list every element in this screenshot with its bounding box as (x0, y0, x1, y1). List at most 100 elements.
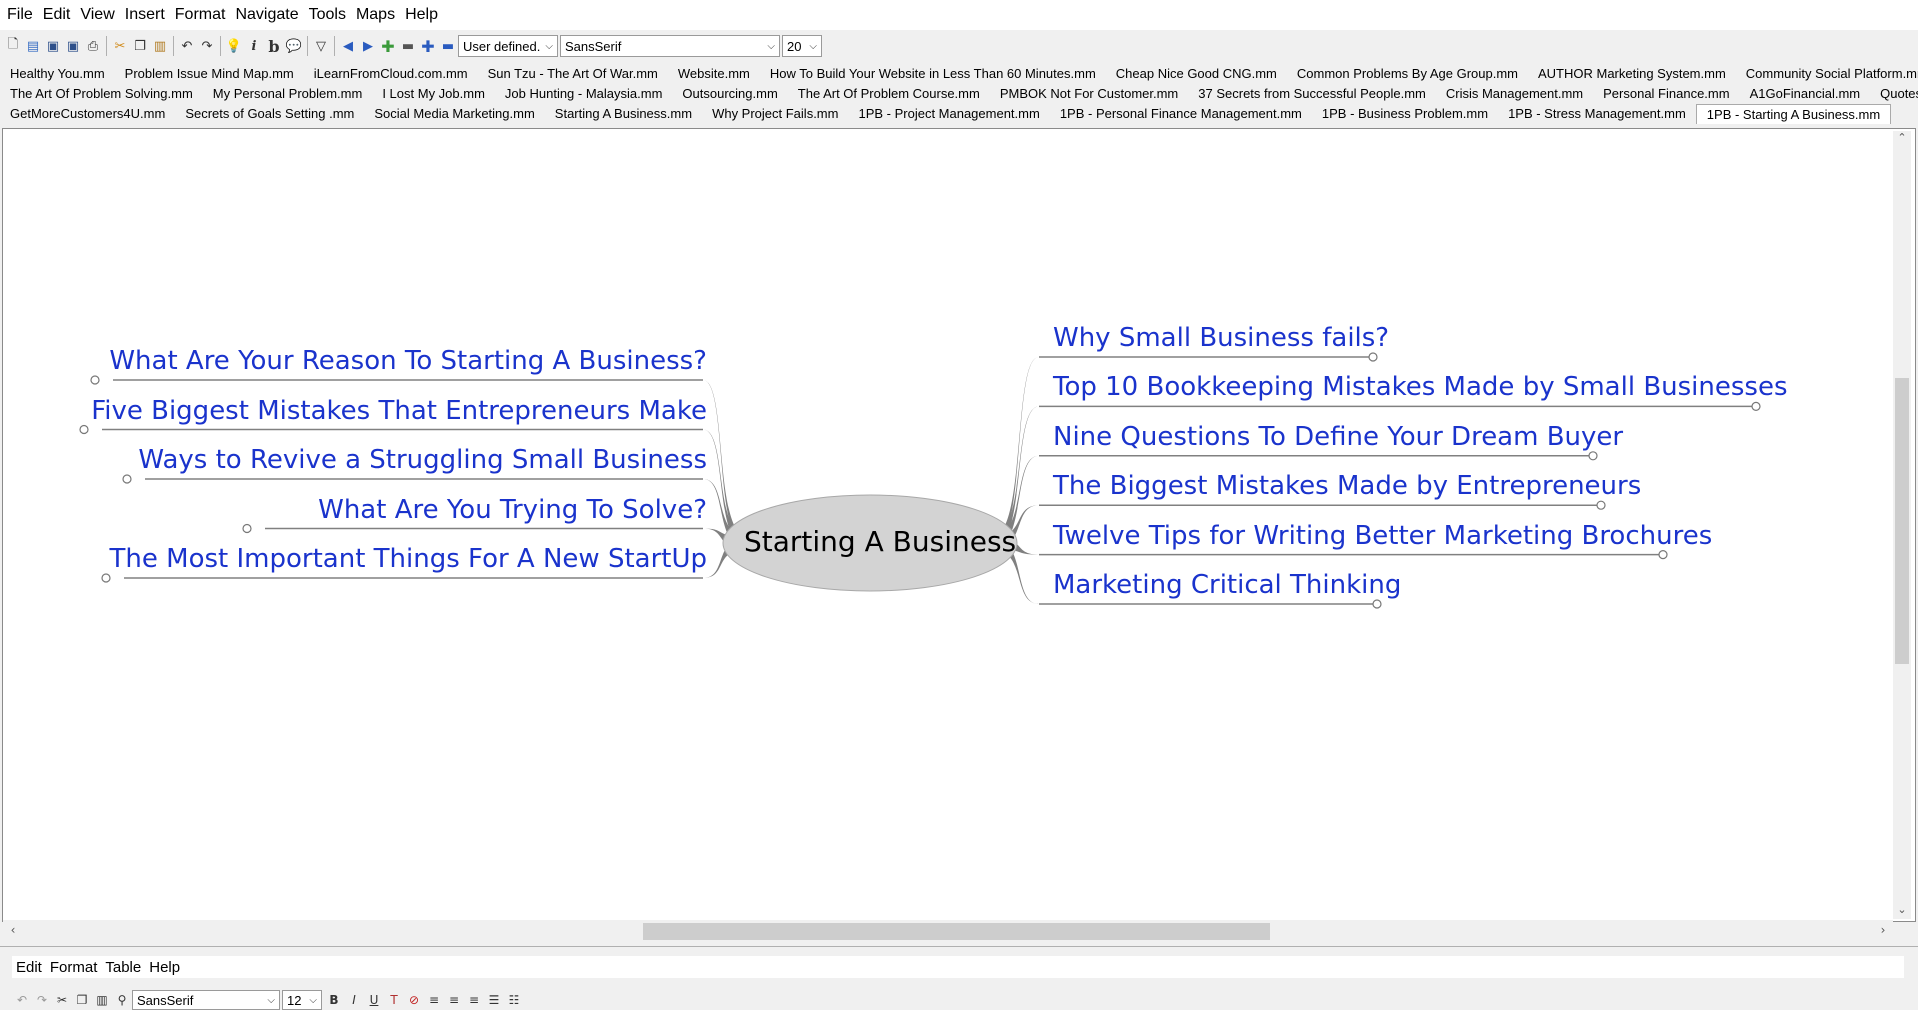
italic-icon[interactable]: I (344, 989, 364, 1010)
save-as-icon[interactable]: ▣ (63, 35, 83, 57)
tab-getmorecustomers4u-mm[interactable]: GetMoreCustomers4U.mm (0, 104, 175, 124)
undo-icon[interactable]: ↶ (177, 35, 197, 57)
tab-ilearnfromcloud-com-mm[interactable]: iLearnFromCloud.com.mm (304, 64, 478, 84)
remove-icon[interactable]: ▬ (398, 35, 418, 57)
filter-icon[interactable]: ▽ (311, 35, 331, 57)
size-select[interactable]: 20 ⌵ (782, 35, 822, 57)
print-icon[interactable]: ⎙ (83, 35, 103, 57)
tab-the-art-of-problem-course-mm[interactable]: The Art Of Problem Course.mm (788, 84, 990, 104)
root-node-label[interactable]: Starting A Business (744, 525, 1016, 558)
editor-font-select[interactable]: SansSerif ⌵ (132, 990, 280, 1010)
editor-menu-edit[interactable]: Edit (12, 959, 46, 976)
paste-icon[interactable]: ▥ (150, 35, 170, 57)
fold-toggle-left-1[interactable] (79, 424, 89, 435)
fold-toggle-right-3[interactable] (1596, 500, 1606, 510)
fold-toggle-left-0[interactable] (90, 375, 100, 385)
editor-menu-help[interactable]: Help (145, 959, 184, 976)
tab-1pb-project-management-mm[interactable]: 1PB - Project Management.mm (848, 104, 1049, 124)
new-icon[interactable]: 🗋 (3, 35, 23, 57)
tab-cheap-nice-good-cng-mm[interactable]: Cheap Nice Good CNG.mm (1106, 64, 1287, 84)
find-icon[interactable]: ⚲ (112, 989, 132, 1010)
text-color-icon[interactable]: T (384, 989, 404, 1010)
right-node-1[interactable]: Top 10 Bookkeeping Mistakes Made by Smal… (1053, 372, 1788, 402)
menu-view[interactable]: View (75, 6, 119, 24)
bullet-list-icon[interactable]: ☰ (484, 989, 504, 1010)
tab-secrets-of-goals-setting-mm[interactable]: Secrets of Goals Setting .mm (175, 104, 364, 124)
left-node-3[interactable]: What Are You Trying To Solve? (318, 495, 707, 525)
menu-navigate[interactable]: Navigate (230, 6, 303, 24)
tab-community-social-platform-mm[interactable]: Community Social Platform.mm (1736, 64, 1918, 84)
align-left-icon[interactable]: ≡ (424, 989, 444, 1010)
mindmap-canvas[interactable]: Starting A Business What Are Your Reason … (2, 128, 1916, 922)
right-node-0[interactable]: Why Small Business fails? (1053, 323, 1389, 353)
cloud-icon[interactable]: 💬 (284, 35, 304, 57)
tab-a1gofinancial-mm[interactable]: A1GoFinancial.mm (1740, 84, 1871, 104)
tab-author-marketing-system-mm[interactable]: AUTHOR Marketing System.mm (1528, 64, 1736, 84)
save-icon[interactable]: ▣ (43, 35, 63, 57)
tab-outsourcing-mm[interactable]: Outsourcing.mm (672, 84, 787, 104)
redo-icon[interactable]: ↷ (32, 989, 52, 1010)
right-node-4[interactable]: Twelve Tips for Writing Better Marketing… (1053, 521, 1712, 551)
style-select[interactable]: User defined. ⌵ (458, 35, 558, 57)
vertical-scroll-thumb[interactable] (1895, 378, 1909, 664)
editor-menu-format[interactable]: Format (46, 959, 102, 976)
cut-icon[interactable]: ✂ (110, 35, 130, 57)
tab-1pb-business-problem-mm[interactable]: 1PB - Business Problem.mm (1312, 104, 1498, 124)
horizontal-scroll-thumb[interactable] (643, 923, 1270, 940)
menu-maps[interactable]: Maps (351, 6, 400, 24)
fold-toggle-left-3[interactable] (242, 523, 252, 534)
open-icon[interactable]: ▤ (23, 35, 43, 57)
tab-social-media-marketing-mm[interactable]: Social Media Marketing.mm (364, 104, 544, 124)
underline-icon[interactable]: U (364, 989, 384, 1010)
tab-37-secrets-from-successful-people-mm[interactable]: 37 Secrets from Successful People.mm (1188, 84, 1436, 104)
nav-right-icon[interactable]: ▶ (358, 35, 378, 57)
tab-why-project-fails-mm[interactable]: Why Project Fails.mm (702, 104, 848, 124)
tab-crisis-management-mm[interactable]: Crisis Management.mm (1436, 84, 1593, 104)
left-node-1[interactable]: Five Biggest Mistakes That Entrepreneurs… (91, 396, 707, 426)
tab-job-hunting-malaysia-mm[interactable]: Job Hunting - Malaysia.mm (495, 84, 673, 104)
remove-node-icon[interactable]: ▬ (438, 35, 458, 57)
menu-format[interactable]: Format (170, 6, 231, 24)
tab-problem-issue-mind-map-mm[interactable]: Problem Issue Mind Map.mm (115, 64, 304, 84)
add-node-icon[interactable]: ✚ (418, 35, 438, 57)
editor-size-select[interactable]: 12 ⌵ (282, 990, 322, 1010)
scroll-down-icon[interactable]: ⌄ (1893, 903, 1911, 919)
scroll-right-icon[interactable]: › (1875, 923, 1891, 937)
menu-file[interactable]: File (2, 6, 38, 24)
align-center-icon[interactable]: ≡ (444, 989, 464, 1010)
tab-the-art-of-problem-solving-mm[interactable]: The Art Of Problem Solving.mm (0, 84, 203, 104)
bold-icon[interactable]: b (264, 35, 284, 57)
horizontal-scrollbar[interactable]: ‹ › (3, 920, 1893, 942)
left-node-0[interactable]: What Are Your Reason To Starting A Busin… (109, 346, 707, 376)
copy-icon[interactable]: ❐ (130, 35, 150, 57)
tab-quotes-ideas-mm[interactable]: Quotes Ideas.mm (1870, 84, 1918, 104)
font-select[interactable]: SansSerif ⌵ (560, 35, 780, 57)
italic-icon[interactable]: i (244, 35, 264, 57)
vertical-scrollbar[interactable]: ⌃ ⌄ (1893, 131, 1911, 919)
paste-icon[interactable]: ▥ (92, 989, 112, 1010)
add-icon[interactable]: ✚ (378, 35, 398, 57)
fold-toggle-right-5[interactable] (1372, 599, 1382, 609)
fold-toggle-left-2[interactable] (122, 474, 132, 484)
tab-starting-a-business-mm[interactable]: Starting A Business.mm (545, 104, 702, 124)
fold-toggle-right-4[interactable] (1658, 550, 1668, 560)
scroll-left-icon[interactable]: ‹ (5, 923, 21, 937)
fold-toggle-right-1[interactable] (1751, 401, 1761, 411)
undo-icon[interactable]: ↶ (12, 989, 32, 1010)
right-node-3[interactable]: The Biggest Mistakes Made by Entrepreneu… (1053, 471, 1641, 501)
clear-format-icon[interactable]: ⊘ (404, 989, 424, 1010)
menu-help[interactable]: Help (400, 6, 443, 24)
align-right-icon[interactable]: ≡ (464, 989, 484, 1010)
right-node-2[interactable]: Nine Questions To Define Your Dream Buye… (1053, 422, 1623, 452)
fold-toggle-right-0[interactable] (1368, 352, 1378, 362)
menu-edit[interactable]: Edit (38, 6, 76, 24)
tab-common-problems-by-age-group-mm[interactable]: Common Problems By Age Group.mm (1287, 64, 1528, 84)
tab-healthy-you-mm[interactable]: Healthy You.mm (0, 64, 115, 84)
redo-icon[interactable]: ↷ (197, 35, 217, 57)
editor-menu-table[interactable]: Table (101, 959, 145, 976)
tab-1pb-starting-a-business-mm[interactable]: 1PB - Starting A Business.mm (1695, 104, 1892, 124)
left-node-4[interactable]: The Most Important Things For A New Star… (110, 544, 707, 574)
tab-how-to-build-your-website-in-less-than-60-minutes-mm[interactable]: How To Build Your Website in Less Than 6… (760, 64, 1106, 84)
fold-toggle-right-2[interactable] (1588, 451, 1598, 461)
numbered-list-icon[interactable]: ☷ (504, 989, 524, 1010)
